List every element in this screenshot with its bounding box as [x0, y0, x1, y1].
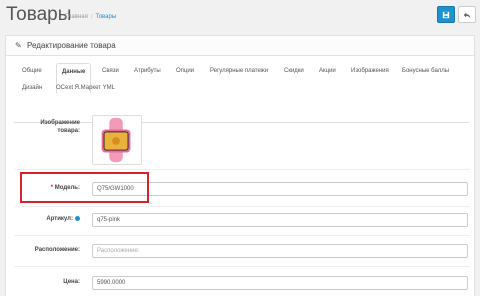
tab-reward-points[interactable]: Бонусные баллы — [402, 68, 449, 74]
breadcrumb: Главная / Товары — [65, 14, 117, 20]
sku-label: Артикул: — [22, 216, 80, 222]
sku-field[interactable]: q75-pink — [92, 213, 468, 227]
tab-design[interactable]: Дизайн — [22, 85, 42, 91]
page-title: Товары — [6, 4, 72, 25]
price-label: Цена: — [63, 279, 80, 285]
breadcrumb-home[interactable]: Главная — [65, 14, 88, 20]
pencil-icon: ✎ — [15, 41, 22, 50]
tab-images[interactable]: Изображения — [351, 68, 389, 74]
divider — [14, 266, 470, 267]
divider — [14, 169, 470, 170]
tab-yml[interactable]: OCext Я.Маркет YML — [56, 85, 115, 91]
tab-discounts[interactable]: Скидки — [284, 68, 304, 74]
tab-links[interactable]: Связи — [102, 68, 119, 74]
tab-general[interactable]: Общие — [22, 68, 42, 74]
divider — [14, 206, 470, 207]
tab-attributes[interactable]: Атрибуты — [134, 68, 161, 74]
highlight-box — [20, 172, 149, 203]
page-header: Товары Главная / Товары — [0, 0, 480, 36]
save-button[interactable] — [437, 6, 455, 23]
image-label: Изображение товара: — [40, 120, 80, 134]
save-icon — [442, 11, 450, 18]
breadcrumb-products[interactable]: Товары — [96, 14, 117, 20]
tab-bar: Общие Данные Связи Атрибуты Опции Регуля… — [14, 63, 469, 123]
product-image[interactable] — [92, 115, 142, 165]
location-label: Расположение: — [34, 247, 80, 253]
back-button[interactable] — [458, 6, 476, 23]
tab-recurring[interactable]: Регулярные платежи — [210, 68, 268, 74]
reply-icon — [463, 12, 471, 18]
smartwatch-icon — [101, 117, 131, 163]
panel-heading: ✎ Редактирование товара — [6, 36, 474, 56]
location-field[interactable]: Расположение: — [92, 244, 468, 258]
tab-options[interactable]: Опции — [176, 68, 194, 74]
panel-title: Редактирование товара — [27, 41, 116, 50]
tab-specials[interactable]: Акции — [319, 68, 336, 74]
help-icon[interactable] — [75, 216, 80, 221]
price-field[interactable]: 5990.0000 — [92, 276, 468, 290]
divider — [14, 235, 470, 236]
